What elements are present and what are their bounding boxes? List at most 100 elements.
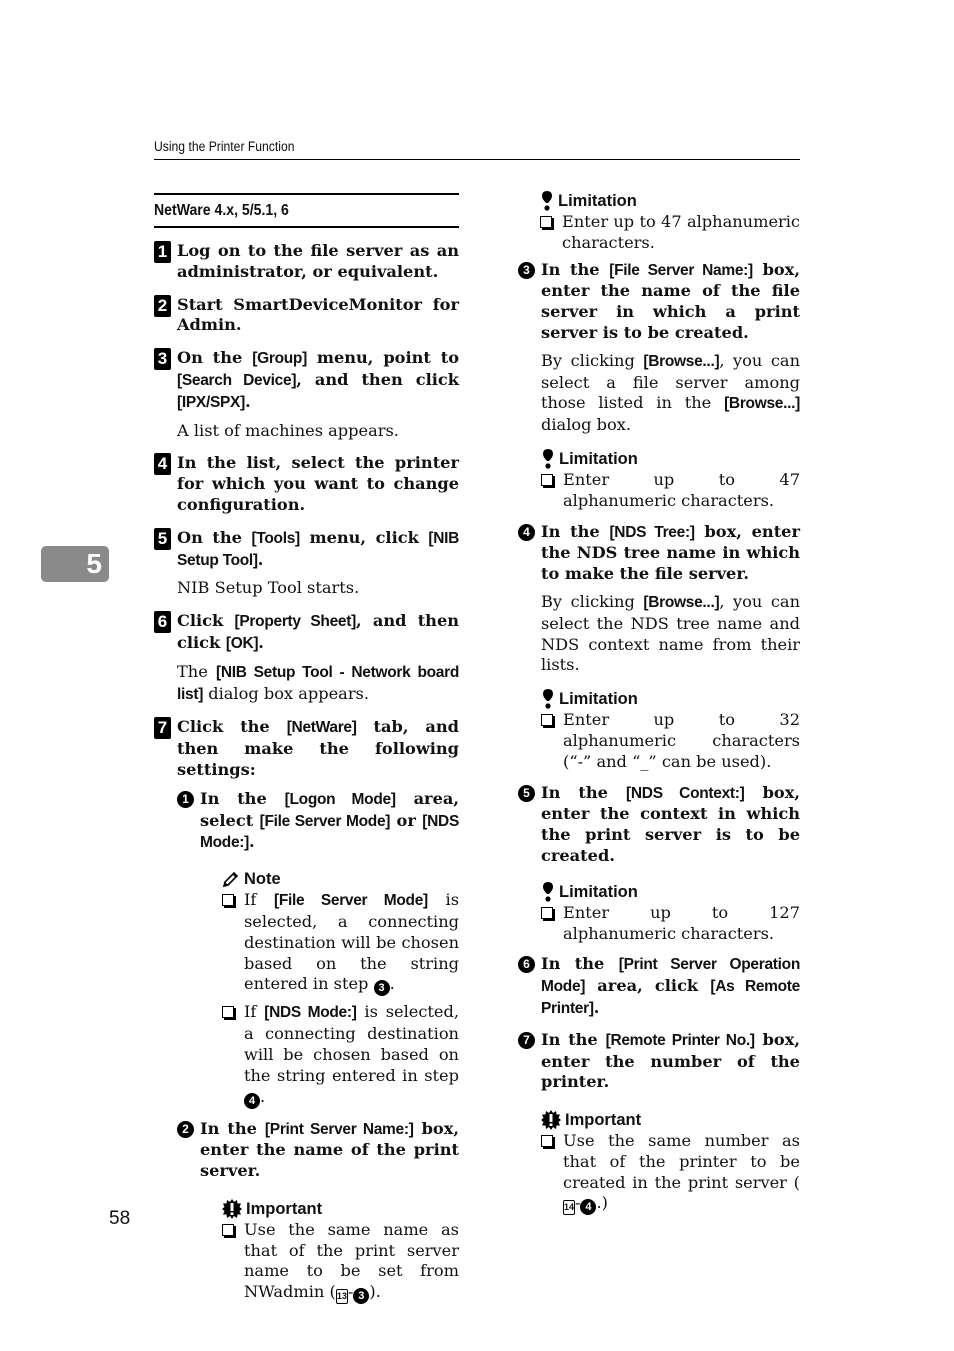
step-2: 2 Start SmartDeviceMonitor for Admin. xyxy=(154,294,459,337)
substep-title: In the [Print Server Name:] box, enter t… xyxy=(200,1118,459,1181)
checkbox-bullet-icon xyxy=(541,1135,553,1148)
substep-7: 7 In the [Remote Printer No.] box, enter… xyxy=(518,1030,800,1216)
step-result: A list of machines appears. xyxy=(177,420,399,440)
substep-body: By clicking [Browse...], you can select … xyxy=(541,350,800,435)
ui-ref-group-menu: [Group] xyxy=(252,350,307,368)
step-number-badge: 6 xyxy=(154,611,171,634)
substep-title: In the [Print Server Operation Mode] are… xyxy=(541,954,800,1017)
limitation-icon xyxy=(541,881,555,902)
ui-ref-netware-tab: [NetWare] xyxy=(286,719,357,737)
step-ref-square-icon: 14 xyxy=(563,1200,575,1216)
step-title: Start SmartDeviceMonitor for Admin. xyxy=(177,294,459,335)
substep-number: 2 xyxy=(177,1120,194,1138)
page-number: 58 xyxy=(109,1208,131,1229)
limitation-item: Enter up to 47 alphanumeric characters. xyxy=(540,212,800,254)
step-7: 7 Click the [NetWare] tab, and then make… xyxy=(154,717,459,1305)
step-title: On the [Group] menu, point to [Search De… xyxy=(177,348,460,411)
note-label: Note xyxy=(244,870,281,889)
substep-2: 2 In the [Print Server Name:] box, enter… xyxy=(177,1119,459,1305)
step-ref-square-icon: 13 xyxy=(335,1289,348,1305)
step-title: On the [Tools] menu, click [NIB Setup To… xyxy=(177,527,459,569)
limitation-item: Enter up to 32 alphanumeric characters (… xyxy=(541,710,800,772)
ui-ref-ok: [OK] xyxy=(225,634,259,652)
substep-3: 3 In the [File Server Name:] box, enter … xyxy=(518,260,800,512)
limitation-icon xyxy=(541,689,555,709)
checkbox-bullet-icon xyxy=(222,894,234,907)
substep-number: 5 xyxy=(518,784,535,802)
substep-title: In the [File Server Name:] box, enter th… xyxy=(541,259,800,342)
substep-1: 1 In the [Logon Mode] area, select [File… xyxy=(177,789,459,1109)
checkbox-bullet-icon xyxy=(541,473,553,486)
ui-ref-tools-menu: [Tools] xyxy=(251,529,301,547)
important-callout: Important Use the same number as that of… xyxy=(541,1109,800,1216)
limitation-icon xyxy=(541,448,555,469)
substep-title: In the [Remote Printer No.] box, enter t… xyxy=(541,1029,800,1092)
step-title: Click the [NetWare] tab, and then make t… xyxy=(177,717,459,779)
step-ref-icon: 3 xyxy=(373,980,390,997)
step-ref-icon: 4 xyxy=(244,1092,260,1109)
substep-4: 4 In the [NDS Tree:] box, enter the NDS … xyxy=(518,522,800,773)
substep-ref-icon: 4 xyxy=(580,1199,597,1216)
step-title: Click [Property Sheet], and then click [… xyxy=(177,611,460,652)
step-number-badge: 2 xyxy=(154,294,171,317)
left-column: NetWare 4.x, 5/5.1, 6 1 Log on to the fi… xyxy=(154,193,459,1316)
substep-title: In the [Logon Mode] area, select [File S… xyxy=(200,788,460,852)
important-gear-icon xyxy=(541,1110,561,1131)
substep-5: 5 In the [NDS Context:] box, enter the c… xyxy=(518,783,800,945)
substep-number: 1 xyxy=(177,790,194,808)
pencil-icon xyxy=(222,871,240,888)
substep-body: By clicking [Browse...], you can select … xyxy=(541,591,800,675)
limitation-callout: Limitation Enter up to 47 alphanumeric c… xyxy=(540,190,800,254)
important-label: Important xyxy=(565,1111,642,1130)
header-rule xyxy=(154,159,800,160)
limitation-icon xyxy=(540,191,554,211)
note-callout: Note If [File Server Mode] is selected, … xyxy=(222,868,459,1109)
substep-title: In the [NDS Context:] box, enter the con… xyxy=(541,782,800,865)
important-item: Use the same number as that of the print… xyxy=(541,1131,800,1216)
step-number-badge: 3 xyxy=(154,348,171,371)
step-5: 5 On the [Tools] menu, click [NIB Setup … xyxy=(154,527,459,599)
step-title: Log on to the file server as an administ… xyxy=(177,241,459,281)
substep-ref-icon: 3 xyxy=(353,1288,370,1305)
chapter-tab: 5 xyxy=(41,546,109,582)
substep-6: 6 In the [Print Server Operation Mode] a… xyxy=(518,954,800,1019)
step-6: 6 Click [Property Sheet], and then click… xyxy=(154,611,459,705)
step-number-badge: 1 xyxy=(154,241,171,263)
step-number-badge: 7 xyxy=(154,717,171,740)
step-result: The [NIB Setup Tool - Network board list… xyxy=(177,661,460,703)
limitation-callout: Limitation Enter up to 127 alphanumeric … xyxy=(541,881,800,945)
checkbox-bullet-icon xyxy=(222,1006,234,1019)
note-item: If [File Server Mode] is selected, a con… xyxy=(222,890,459,997)
important-label: Important xyxy=(246,1199,323,1218)
section-title: NetWare 4.x, 5/5.1, 6 xyxy=(154,193,459,228)
checkbox-bullet-icon xyxy=(540,216,552,228)
important-callout: Important Use the same name as that of t… xyxy=(222,1198,459,1305)
step-3: 3 On the [Group] menu, point to [Search … xyxy=(154,348,459,441)
right-column: Limitation Enter up to 47 alphanumeric c… xyxy=(518,190,800,1225)
ui-ref-property-sheet: [Property Sheet] xyxy=(234,613,357,631)
substep-number: 3 xyxy=(518,261,535,279)
substep-title: In the [NDS Tree:] box, enter the NDS tr… xyxy=(541,521,801,584)
note-item: If [NDS Mode:] is selected, a connecting… xyxy=(222,1002,459,1109)
checkbox-bullet-icon xyxy=(541,906,553,919)
important-gear-icon xyxy=(222,1198,242,1219)
ui-ref-ipx-spx: [IPX/SPX] xyxy=(177,393,245,411)
step-number-badge: 4 xyxy=(154,453,171,476)
step-result: NIB Setup Tool starts. xyxy=(177,578,360,598)
running-header: Using the Printer Function xyxy=(154,139,295,154)
substep-number: 4 xyxy=(518,523,535,541)
substep-number: 6 xyxy=(518,956,535,974)
step-number-badge: 5 xyxy=(154,527,171,550)
limitation-callout: Limitation Enter up to 32 alphanumeric c… xyxy=(541,688,800,772)
substep-number: 7 xyxy=(518,1031,535,1049)
limitation-item: Enter up to 47 alphanumeric characters. xyxy=(541,470,800,512)
limitation-item: Enter up to 127 alphanumeric characters. xyxy=(541,903,800,945)
step-title: In the list, select the printer for whic… xyxy=(177,453,459,514)
step-1: 1 Log on to the file server as an admini… xyxy=(154,241,459,283)
ui-ref-search-device: [Search Device] xyxy=(177,371,297,389)
step-4: 4 In the list, select the printer for wh… xyxy=(154,453,459,515)
checkbox-bullet-icon xyxy=(541,714,553,727)
checkbox-bullet-icon xyxy=(222,1223,234,1236)
important-item: Use the same name as that of the print s… xyxy=(222,1220,459,1305)
limitation-callout: Limitation Enter up to 47 alphanumeric c… xyxy=(541,448,800,512)
